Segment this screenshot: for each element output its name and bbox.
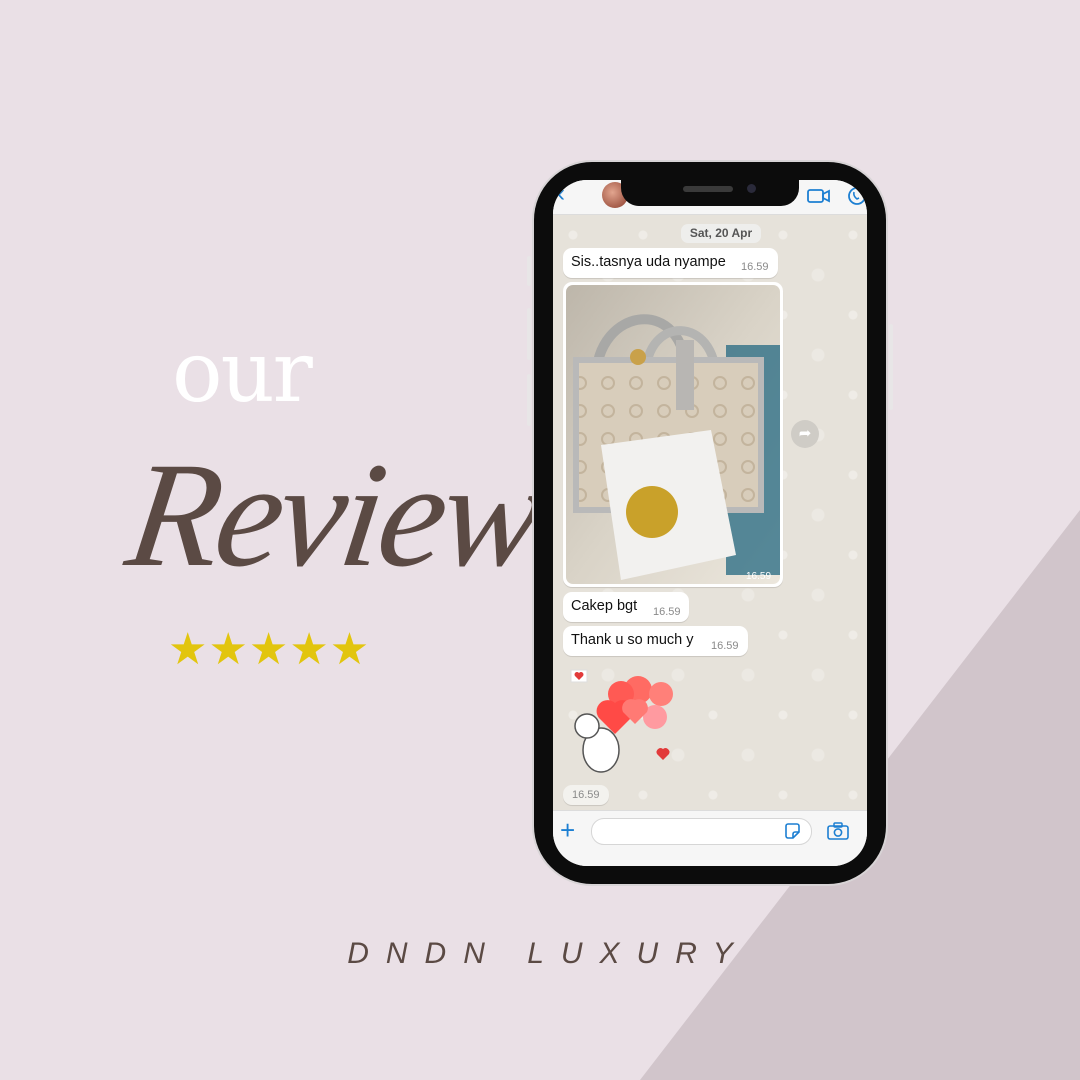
notch-camera [747, 184, 756, 193]
message-bubble[interactable]: Cakep bgt 16.59 [563, 592, 689, 622]
message-time: 16.59 [741, 261, 769, 273]
chevron-left-icon[interactable]: ‹ [557, 182, 565, 206]
phone-volume-down [527, 374, 531, 426]
message-bubble[interactable]: Sis..tasnya uda nyampe 16.59 [563, 248, 778, 278]
phone-silent-switch [527, 256, 531, 286]
message-time: 16.59 [711, 640, 739, 652]
heading-review: Review [118, 432, 551, 598]
phone-screen: ‹ Sat, 20 Apr Sis..tasnya uda nyampe 16.… [553, 180, 867, 866]
video-call-icon[interactable] [807, 188, 831, 204]
date-separator: Sat, 20 Apr [681, 224, 761, 243]
notch-speaker [683, 186, 733, 192]
rating-stars: ★★★★★ [168, 624, 371, 675]
hearts-sticker[interactable] [563, 662, 683, 782]
message-bubble[interactable]: Thank u so much y 16.59 [563, 626, 748, 656]
photo-time: 16.59 [746, 571, 771, 582]
message-text: Thank u so much y [571, 632, 694, 648]
heading-our: our [172, 323, 313, 421]
message-text: Sis..tasnya uda nyampe [571, 254, 726, 270]
phone-notch [621, 180, 799, 206]
sticker-time-bubble: 16.59 [563, 785, 609, 805]
message-time: 16.59 [653, 606, 681, 618]
sticker-icon[interactable] [784, 823, 801, 840]
phone-power-button [889, 324, 893, 410]
brand-name: DNDN LUXURY [347, 937, 750, 970]
message-input-bar: + [553, 810, 867, 866]
message-input[interactable] [591, 818, 812, 845]
forward-icon[interactable]: ➦ [791, 420, 819, 448]
phone-mockup: ‹ Sat, 20 Apr Sis..tasnya uda nyampe 16.… [527, 162, 893, 884]
camera-icon[interactable] [827, 822, 849, 840]
phone-volume-up [527, 308, 531, 360]
plus-icon[interactable]: + [560, 817, 575, 843]
chat-area[interactable]: Sat, 20 Apr Sis..tasnya uda nyampe 16.59 [553, 215, 867, 810]
bag-photo[interactable]: 16.59 [566, 285, 780, 584]
message-time: 16.59 [572, 789, 600, 801]
phone-call-icon[interactable] [847, 186, 867, 206]
message-text: Cakep bgt [571, 598, 638, 614]
